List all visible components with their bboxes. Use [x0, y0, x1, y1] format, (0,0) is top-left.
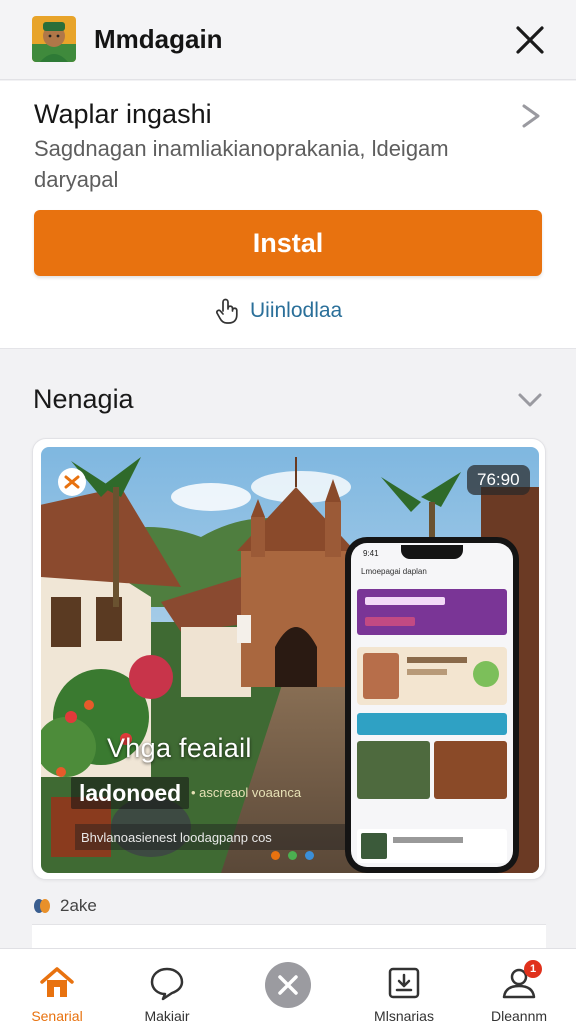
hand-pointer-icon: [216, 298, 238, 324]
download-box-icon: [384, 963, 424, 1003]
app-avatar-icon: [32, 16, 76, 62]
overlay-logo-text: ladonoed: [71, 777, 190, 809]
phone-banner: [357, 589, 507, 635]
close-icon: [516, 26, 544, 54]
nav-label: Mlsnarias: [374, 1008, 434, 1024]
install-button[interactable]: Instal: [34, 210, 542, 276]
nav-home[interactable]: Senarial: [7, 949, 107, 1024]
phone-list-item: [357, 829, 507, 863]
carousel-dots[interactable]: [271, 851, 314, 860]
phone-mockup: 9:41 Lmoepagai daplan: [345, 537, 519, 873]
top-bar: Mmdagain: [0, 0, 576, 80]
reactions-icon: [34, 899, 50, 913]
phone-list-label: [357, 813, 507, 823]
expand-chevron-button[interactable]: [516, 101, 546, 131]
overlay-subtitle: Bhvlanoasienest loodagpanp cos: [75, 824, 345, 850]
phone-profile-card: [357, 647, 507, 705]
nav-label: Makiair: [144, 1008, 190, 1024]
phone-screen: 9:41 Lmoepagai daplan: [351, 543, 513, 867]
chevron-right-icon: [522, 104, 540, 128]
overlay-meta-text: • ascreaol voaanca: [191, 785, 302, 800]
video-title-overlay: Vhga feaiail: [107, 733, 252, 763]
engagement-line: 2ake: [32, 896, 97, 916]
home-icon: [37, 963, 77, 1003]
nav-messages[interactable]: Makiair: [117, 949, 217, 1024]
phone-photo-row: [357, 741, 507, 799]
tools-button[interactable]: [265, 962, 311, 1008]
app-install-screen: Mmdagain Waplar ingashi Sagdnagan inamli…: [0, 0, 576, 1024]
carousel-dot[interactable]: [288, 851, 297, 860]
section-collapse-button[interactable]: [514, 386, 546, 414]
tools-icon: [278, 975, 298, 995]
phone-notch: [401, 545, 463, 559]
phone-teal-bar: [357, 713, 507, 735]
carousel-dot[interactable]: [305, 851, 314, 860]
engagement-count: 2ake: [60, 896, 97, 915]
nav-label: Senarial: [31, 1008, 83, 1024]
secondary-action-label: Uiinlodlaa: [250, 299, 343, 322]
phone-status-time: 9:41: [363, 549, 379, 558]
duration-badge: 76:90: [467, 465, 530, 495]
section-title: Nenagia: [33, 384, 134, 414]
channel-logo-icon: [58, 468, 86, 496]
chevron-down-icon: [518, 393, 542, 407]
close-button[interactable]: [508, 18, 552, 62]
nav-label: Dleannm: [490, 1008, 548, 1024]
install-title: Waplar ingashi: [34, 99, 212, 129]
chat-bubble-icon: [147, 963, 187, 1003]
carousel-dot[interactable]: [271, 851, 280, 860]
install-card: Waplar ingashi Sagdnagan inamliakianopra…: [0, 81, 576, 349]
feature-card: 76:90 9:41 Lmoepagai daplan Vhga feaiail…: [32, 438, 546, 880]
partially-hidden-row: [32, 924, 546, 950]
install-description: Sagdnagan inamliakianoprakania, ldeigam …: [34, 136, 449, 192]
nav-download[interactable]: Mlsnarias: [354, 949, 454, 1024]
app-title: Mmdagain: [94, 24, 223, 54]
secondary-action-link[interactable]: Uiinlodlaa: [214, 293, 342, 329]
notification-badge: 1: [524, 960, 542, 978]
feature-media[interactable]: 76:90 9:41 Lmoepagai daplan Vhga feaiail…: [41, 447, 539, 873]
nav-profile[interactable]: Dleannm: [469, 949, 569, 1024]
phone-header-text: Lmoepagai daplan: [361, 567, 427, 576]
